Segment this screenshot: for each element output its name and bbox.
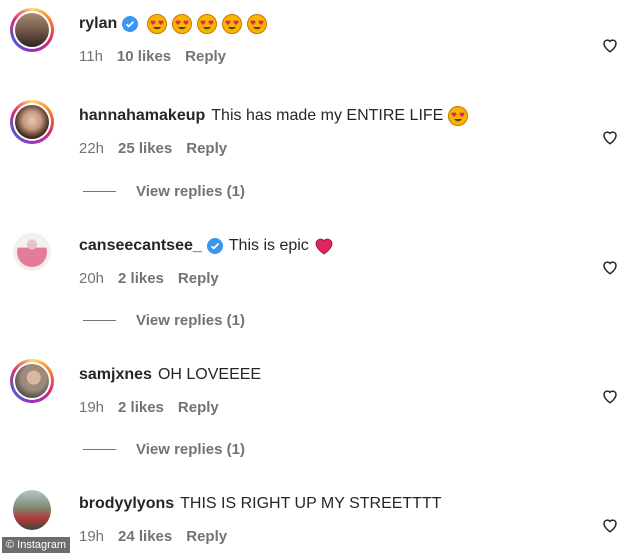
comment-time: 19h	[79, 528, 105, 545]
username[interactable]: hannahamakeup	[79, 106, 205, 126]
reply-button[interactable]: Reply	[186, 528, 227, 545]
likes-count[interactable]: 25 likes	[118, 140, 172, 157]
comment-time: 11h	[79, 48, 103, 65]
likes-count[interactable]: 10 likes	[117, 48, 171, 65]
view-replies-button[interactable]: View replies (1)	[83, 183, 245, 200]
replies-divider	[83, 449, 116, 450]
view-replies-label: View replies (1)	[136, 312, 245, 329]
replies-divider	[83, 191, 116, 192]
view-replies-button[interactable]: View replies (1)	[83, 312, 245, 329]
heart-eyes-emoji-icon	[247, 14, 268, 34]
heart-eyes-emoji-icon	[147, 14, 168, 34]
verified-badge-icon	[206, 238, 223, 254]
comment-item: rylan 11h 10 likes Reply	[0, 8, 634, 78]
like-heart-icon[interactable]	[601, 36, 619, 54]
comment-text: This is epic	[228, 237, 309, 254]
username[interactable]: samjxnes	[79, 365, 152, 385]
username[interactable]: canseecantsee_	[79, 236, 202, 256]
comment-meta: 20h 2 likes Reply	[79, 270, 233, 288]
like-heart-icon[interactable]	[601, 128, 619, 146]
username[interactable]: brodyylyons	[79, 494, 174, 514]
avatar[interactable]	[10, 100, 54, 144]
heart-eyes-emoji-icon	[197, 14, 218, 34]
avatar[interactable]	[10, 8, 54, 52]
comment-meta: 19h 2 likes Reply	[79, 399, 233, 417]
view-replies-button[interactable]: View replies (1)	[83, 441, 245, 458]
comment-meta: 22h 25 likes Reply	[79, 140, 241, 158]
comment-time: 19h	[79, 399, 105, 416]
heart-eyes-emoji-icon	[448, 106, 469, 126]
comment-time: 20h	[79, 270, 105, 287]
reply-button[interactable]: Reply	[186, 140, 227, 157]
comment-item: hannahamakeup This has made my ENTIRE LI…	[0, 100, 634, 170]
reply-button[interactable]: Reply	[185, 48, 226, 65]
avatar[interactable]	[10, 359, 54, 403]
like-heart-icon[interactable]	[601, 516, 619, 534]
view-replies-label: View replies (1)	[136, 441, 245, 458]
red-heart-emoji-icon	[315, 238, 333, 255]
comment-text: THIS IS RIGHT UP MY STREETTTT	[180, 495, 442, 512]
likes-count[interactable]: 24 likes	[118, 528, 172, 545]
comment-item: canseecantsee_ This is epic 20h 2 likes Re…	[0, 230, 634, 300]
like-heart-icon[interactable]	[601, 258, 619, 276]
avatar[interactable]	[10, 230, 54, 274]
likes-count[interactable]: 2 likes	[118, 399, 164, 416]
reply-button[interactable]: Reply	[178, 399, 219, 416]
reply-button[interactable]: Reply	[178, 270, 219, 287]
comment-meta: 11h 10 likes Reply	[79, 48, 240, 66]
username[interactable]: rylan	[79, 14, 117, 34]
view-replies-label: View replies (1)	[136, 183, 245, 200]
instagram-watermark: © Instagram	[2, 537, 71, 553]
comment-text: This has made my ENTIRE LIFE	[211, 107, 444, 124]
likes-count[interactable]: 2 likes	[118, 270, 164, 287]
like-heart-icon[interactable]	[601, 387, 619, 405]
verified-badge-icon	[122, 16, 139, 32]
comment-meta: 19h 24 likes Reply	[79, 528, 241, 546]
replies-divider	[83, 320, 116, 321]
comment-item: brodyylyons THIS IS RIGHT UP MY STREETTT…	[0, 488, 634, 558]
heart-eyes-emoji-icon	[172, 14, 193, 34]
comment-text: OH LOVEEEE	[157, 366, 262, 383]
heart-eyes-emoji-icon	[222, 14, 243, 34]
comment-item: samjxnes OH LOVEEEE 19h 2 likes Reply	[0, 359, 634, 429]
comment-time: 22h	[79, 140, 105, 157]
avatar[interactable]	[10, 488, 54, 532]
